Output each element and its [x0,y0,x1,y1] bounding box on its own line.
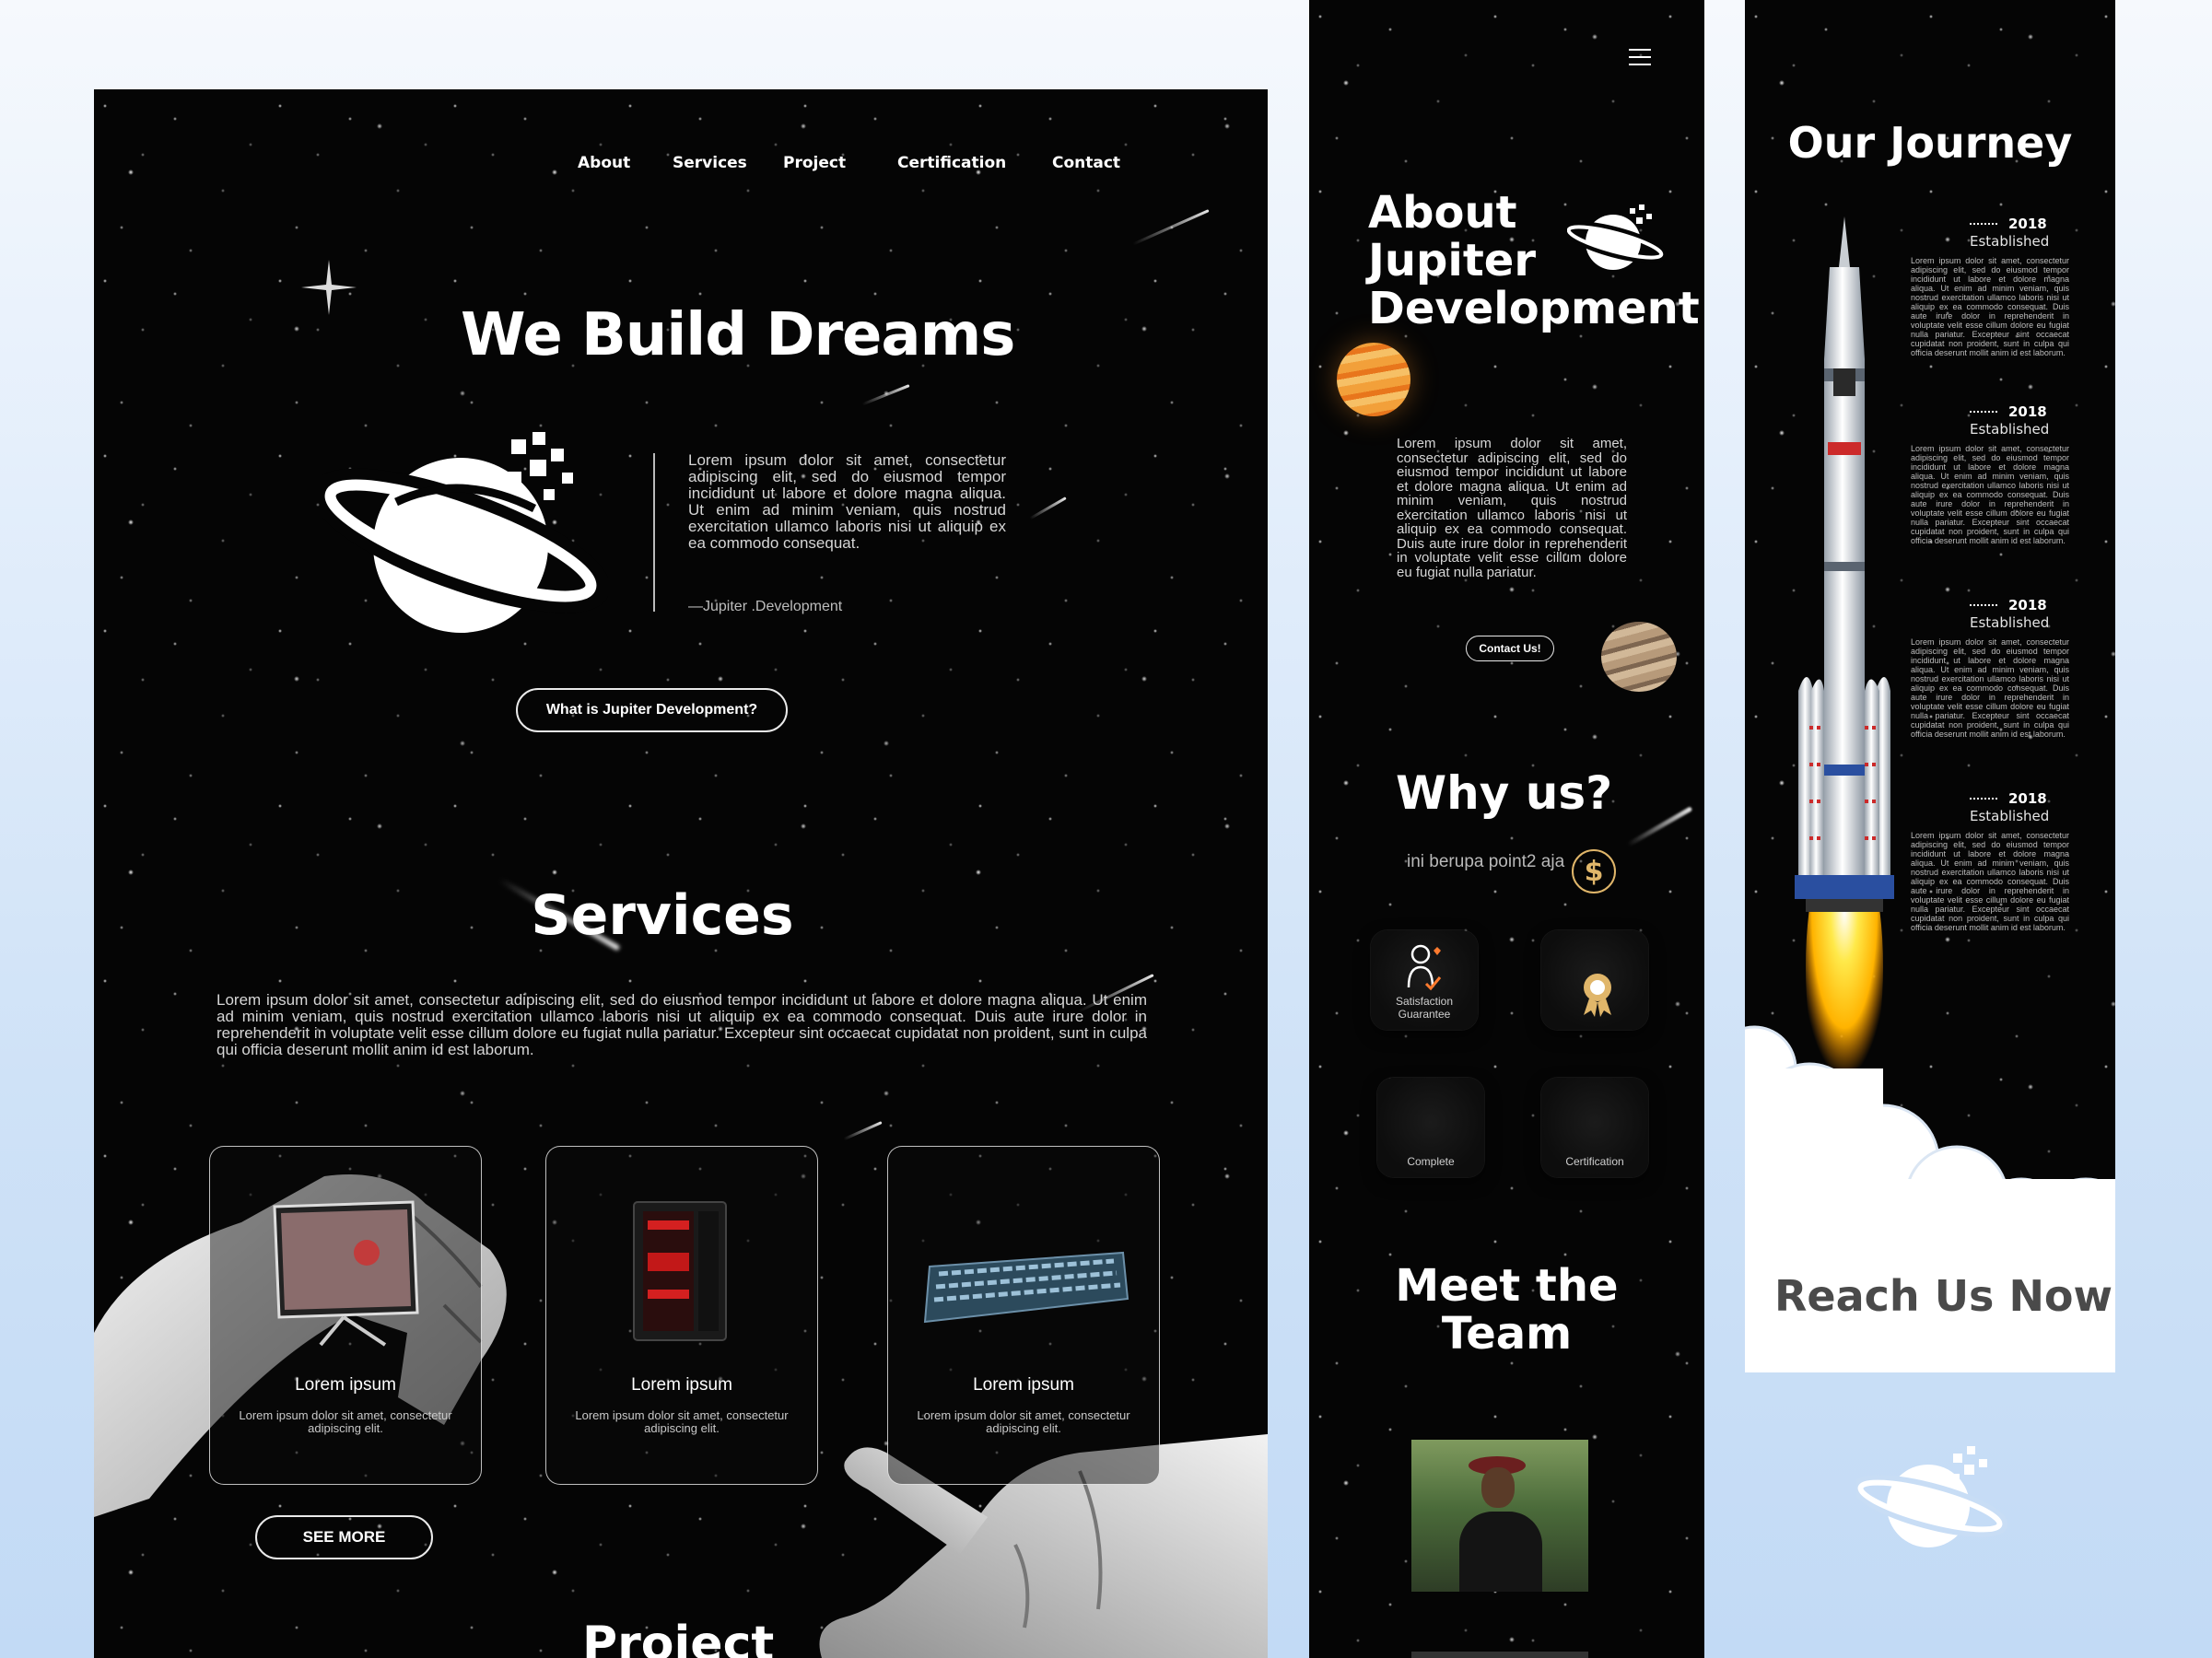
team-title: Meet the Team [1309,1262,1704,1358]
timeline-text: Lorem ipsum dolor sit amet, consectetur … [1911,444,2069,545]
service-card-title: Lorem ipsum [295,1375,396,1395]
nav-link-certification[interactable]: Certification [897,154,1006,172]
feature-certification[interactable]: Certification [1541,1078,1648,1177]
services-title: Services [531,883,794,948]
reach-us-title[interactable]: Reach Us Now [1774,1271,2113,1321]
nav-link-services[interactable]: Services [673,154,747,172]
timeline-text: Lorem ipsum dolor sit amet, consectetur … [1911,831,2069,932]
jupiter-logo-icon [322,432,608,633]
hero-title: We Build Dreams [461,301,1015,369]
timeline-year: 2018 [2008,216,2047,232]
timeline-year: 2018 [2008,790,2047,807]
team-member-photo[interactable] [1411,1440,1588,1592]
keyboard-icon [923,1251,1129,1324]
timeline-label: Established [1970,421,2050,438]
service-card-description: Lorem ipsum dolor sit amet, consectetur … [575,1408,789,1435]
service-card[interactable]: Lorem ipsum Lorem ipsum dolor sit amet, … [887,1146,1160,1485]
nav-link-about[interactable]: About [578,154,630,172]
nav-link-project[interactable]: Project [783,154,846,172]
mobile-about-page: About Jupiter Development Lorem ipsum do… [1309,0,1704,1658]
planet-jupiter-image [1337,343,1410,416]
timeline-text: Lorem ipsum dolor sit amet, consectetur … [1911,256,2069,357]
feature-label: Complete [1407,1155,1455,1168]
nav-link-contact[interactable]: Contact [1052,154,1120,172]
award-ribbon-icon [1584,974,1611,1017]
desktop-landing-page: About Services Project Certification Con… [94,89,1268,1658]
why-us-subtitle: ini berupa point2 aja [1407,852,1565,871]
jupiter-logo-icon [1567,204,1668,270]
project-title: Project [582,1617,775,1658]
feature-complete[interactable]: Complete [1377,1078,1484,1177]
team-title-line1: Meet the [1395,1260,1619,1312]
about-title-line3: Development [1368,283,1700,334]
team-title-line2: Team [1441,1308,1573,1360]
pc-tower-icon [633,1201,727,1341]
timeline-label: Established [1970,808,2050,824]
service-card[interactable]: Lorem ipsum Lorem ipsum dolor sit amet, … [545,1146,818,1485]
service-card[interactable]: Lorem ipsum Lorem ipsum dolor sit amet, … [209,1146,482,1485]
about-body: Lorem ipsum dolor sit amet, consectetur … [1397,436,1627,580]
service-card-description: Lorem ipsum dolor sit amet, consectetur … [239,1408,452,1435]
what-is-jupiter-button[interactable]: What is Jupiter Development? [516,688,788,732]
hamburger-icon[interactable] [1629,46,1651,68]
rocket-image [1795,216,1894,1105]
hero-signature: —Jupiter .Development [688,599,843,614]
jupiter-logo-icon [1856,1446,2008,1547]
see-more-button[interactable]: SEE MORE [255,1515,433,1559]
timeline-year: 2018 [2008,597,2047,613]
service-card-title: Lorem ipsum [973,1375,1074,1395]
services-description: Lorem ipsum dolor sit amet, consectetur … [217,991,1147,1058]
timeline-text: Lorem ipsum dolor sit amet, consectetur … [1911,637,2069,739]
mobile-journey-page: Our Journey 2018 Established Lorem ipsum… [1745,0,2115,1372]
service-card-description: Lorem ipsum dolor sit amet, consectetur … [917,1408,1130,1435]
journey-title: Our Journey [1787,118,2073,168]
contact-us-button[interactable]: Contact Us! [1466,636,1554,661]
feature-award[interactable] [1541,930,1648,1030]
hero-quote: Lorem ipsum dolor sit amet, consectetur … [688,451,1006,552]
quote-divider [653,453,655,612]
timeline-label: Established [1970,614,2050,631]
timeline-label: Established [1970,233,2050,250]
service-card-title: Lorem ipsum [631,1375,732,1395]
timeline-year: 2018 [2008,403,2047,420]
feature-label: Certification [1565,1155,1624,1168]
feature-label: Satisfaction Guarantee [1395,995,1454,1021]
sparkle-star-icon [301,260,357,315]
satisfaction-icon [1407,944,1442,991]
feature-satisfaction-guarantee[interactable]: Satisfaction Guarantee [1371,930,1478,1030]
dollar-coin-icon: $ [1572,849,1616,893]
planet-saturn-image [1601,622,1677,692]
why-us-title: Why us? [1396,766,1613,820]
monitor-icon [273,1200,419,1347]
